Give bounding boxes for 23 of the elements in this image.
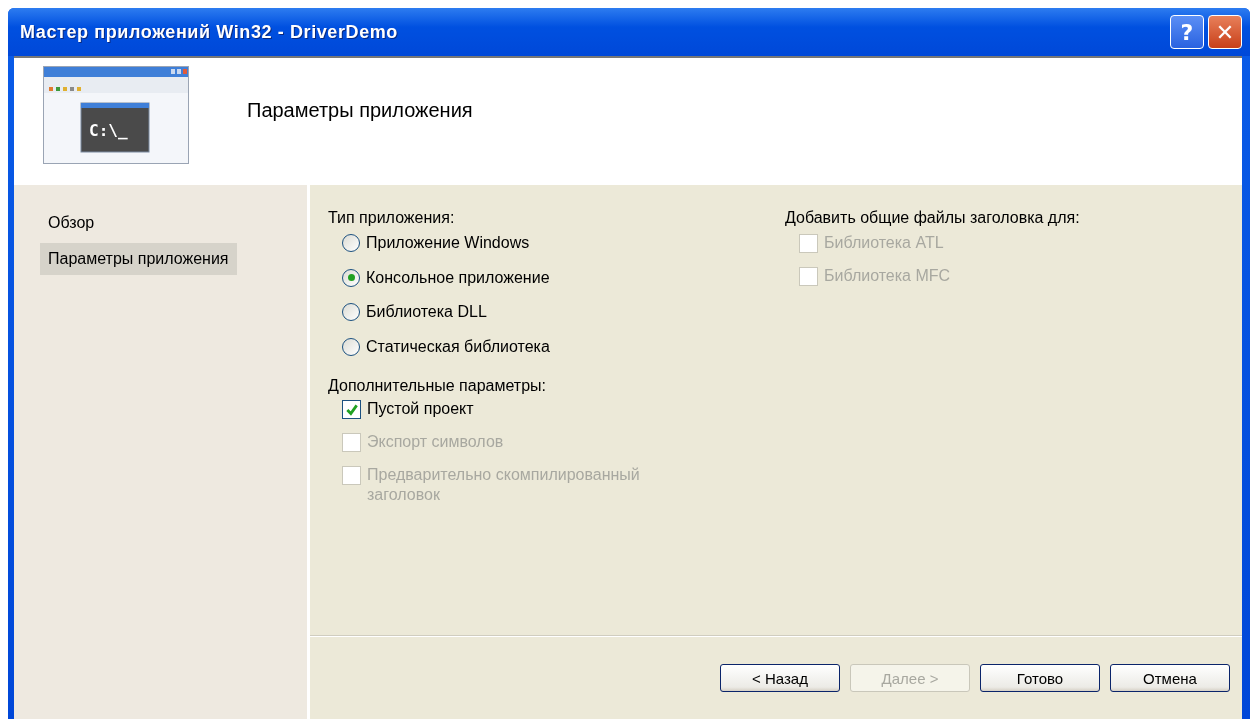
wizard-button[interactable]: Отмена: [1110, 664, 1230, 692]
radio-option[interactable]: Консольное приложение: [342, 267, 550, 302]
console-window-icon: C:\_: [43, 66, 189, 164]
wizard-button[interactable]: < Назад: [720, 664, 840, 692]
radio-option[interactable]: Статическая библиотека: [342, 336, 550, 371]
sidebar-item[interactable]: Обзор: [40, 207, 103, 239]
sidebar-item[interactable]: Параметры приложения: [40, 243, 237, 275]
group-label: Дополнительные параметры:: [328, 377, 546, 395]
help-button[interactable]: ?: [1170, 15, 1204, 49]
radio-button[interactable]: [342, 234, 360, 252]
radio-button[interactable]: [342, 303, 360, 321]
group-label: Тип приложения:: [328, 209, 455, 227]
window-title: Мастер приложений Win32 - DriverDemo: [20, 21, 398, 43]
radio-option[interactable]: Приложение Windows: [342, 233, 530, 268]
wizard-button[interactable]: Готово: [980, 664, 1100, 692]
radio-option[interactable]: Библиотека DLL: [342, 302, 487, 337]
page-title: Параметры приложения: [247, 99, 473, 122]
checkbox-option[interactable]: Пустой проект: [342, 399, 474, 432]
radio-button[interactable]: [342, 268, 360, 287]
close-button[interactable]: ✕: [1208, 15, 1242, 49]
group-label: Добавить общие файлы заголовка для:: [785, 209, 1080, 227]
radio-button[interactable]: [342, 337, 360, 356]
checkbox[interactable]: [342, 400, 361, 419]
